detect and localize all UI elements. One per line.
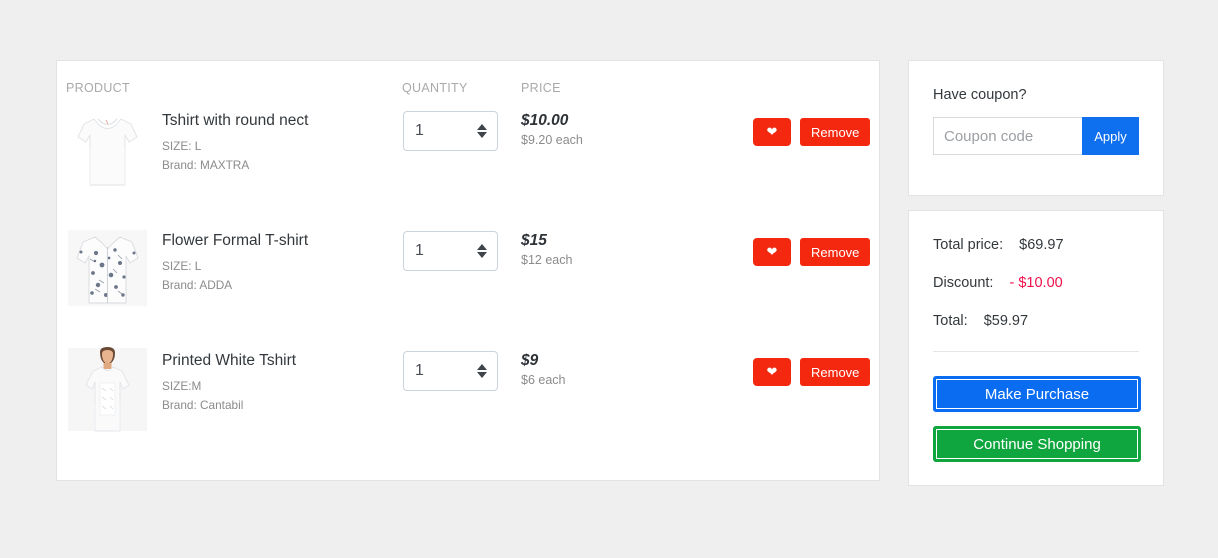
quantity-increment-icon[interactable]: [476, 364, 487, 370]
coupon-code-input[interactable]: [933, 117, 1082, 155]
apply-coupon-button[interactable]: Apply: [1082, 117, 1139, 155]
order-summary-card: Total price: $69.97 Discount: - $10.00 T…: [908, 210, 1164, 486]
column-header-quantity: QUANTITY: [402, 81, 468, 95]
row-actions: ❤ Remove: [753, 118, 871, 146]
discount-line: Discount: - $10.00: [933, 275, 1139, 291]
product-title: Flower Formal T-shirt: [162, 232, 309, 249]
price-cell: $15 $12 each: [521, 231, 641, 270]
remove-button[interactable]: Remove: [800, 118, 871, 146]
cart-item-row: Flower Formal T-shirt SIZE: L Brand: ADD…: [57, 223, 879, 343]
cart-item-row: Tshirt with round nect SIZE: L Brand: MA…: [57, 103, 879, 223]
quantity-spinner[interactable]: [476, 244, 487, 258]
quantity-spinner[interactable]: [476, 124, 487, 138]
total-line: Total: $59.97: [933, 313, 1139, 329]
make-purchase-button[interactable]: Make Purchase: [933, 376, 1141, 412]
product-title: Tshirt with round nect: [162, 112, 309, 129]
column-header-product: PRODUCT: [66, 81, 130, 95]
quantity-decrement-icon[interactable]: [476, 372, 487, 378]
product-thumbnail-floral-shirt: [68, 225, 147, 317]
product-unit-price: $9.20 each: [521, 133, 583, 148]
coupon-form: Apply: [933, 117, 1139, 155]
product-unit-price: $6 each: [521, 373, 566, 388]
product-price: $15: [521, 232, 547, 249]
column-header-price: PRICE: [521, 81, 561, 95]
cart-sidebar: Have coupon? Apply Total price: $69.97 D…: [908, 60, 1164, 486]
product-size: SIZE:M: [162, 378, 202, 393]
product-thumbnail-model-printed-tshirt: [68, 345, 147, 437]
cart-column-headers: PRODUCT QUANTITY PRICE: [57, 61, 879, 103]
remove-button[interactable]: Remove: [800, 238, 871, 266]
product-size: SIZE: L: [162, 138, 202, 153]
quantity-value: 1: [415, 242, 424, 259]
coupon-card: Have coupon? Apply: [908, 60, 1164, 196]
product-info: Printed White Tshirt SIZE:M Brand: Canta…: [162, 352, 392, 415]
discount-value: - $10.00: [1009, 275, 1063, 291]
quantity-spinner[interactable]: [476, 364, 487, 378]
row-actions: ❤ Remove: [753, 238, 871, 266]
product-price: $10.00: [521, 112, 569, 129]
product-thumbnail-white-tshirt: [68, 105, 147, 197]
product-info: Tshirt with round nect SIZE: L Brand: MA…: [162, 112, 392, 175]
continue-shopping-button[interactable]: Continue Shopping: [933, 426, 1141, 462]
quantity-decrement-icon[interactable]: [476, 252, 487, 258]
total-label: Total:: [933, 313, 968, 329]
price-cell: $9 $6 each: [521, 351, 641, 390]
row-actions: ❤ Remove: [753, 358, 871, 386]
wishlist-heart-icon-button[interactable]: ❤: [753, 118, 791, 146]
product-brand: Brand: Cantabil: [162, 397, 244, 412]
product-size: SIZE: L: [162, 258, 202, 273]
product-brand: Brand: ADDA: [162, 277, 233, 292]
total-price-line: Total price: $69.97: [933, 237, 1139, 253]
product-brand: Brand: MAXTRA: [162, 157, 250, 172]
remove-button[interactable]: Remove: [800, 358, 871, 386]
total-price-value: $69.97: [1019, 237, 1064, 253]
quantity-stepper[interactable]: 1: [403, 231, 498, 271]
product-info: Flower Formal T-shirt SIZE: L Brand: ADD…: [162, 232, 392, 295]
quantity-value: 1: [415, 362, 424, 379]
quantity-decrement-icon[interactable]: [476, 132, 487, 138]
cart-card: PRODUCT QUANTITY PRICE Tshirt with round…: [56, 60, 880, 481]
total-price-label: Total price:: [933, 237, 1004, 253]
discount-label: Discount:: [933, 275, 994, 291]
quantity-stepper[interactable]: 1: [403, 111, 498, 151]
quantity-stepper[interactable]: 1: [403, 351, 498, 391]
wishlist-heart-icon-button[interactable]: ❤: [753, 238, 791, 266]
quantity-value: 1: [415, 122, 424, 139]
product-unit-price: $12 each: [521, 253, 573, 268]
product-price: $9: [521, 352, 539, 369]
quantity-increment-icon[interactable]: [476, 124, 487, 130]
wishlist-heart-icon-button[interactable]: ❤: [753, 358, 791, 386]
cart-item-row: Printed White Tshirt SIZE:M Brand: Canta…: [57, 343, 879, 463]
quantity-increment-icon[interactable]: [476, 244, 487, 250]
product-title: Printed White Tshirt: [162, 352, 297, 369]
total-value: $59.97: [983, 313, 1029, 329]
price-cell: $10.00 $9.20 each: [521, 111, 641, 150]
coupon-title: Have coupon?: [933, 87, 1027, 103]
summary-divider: [933, 351, 1139, 352]
